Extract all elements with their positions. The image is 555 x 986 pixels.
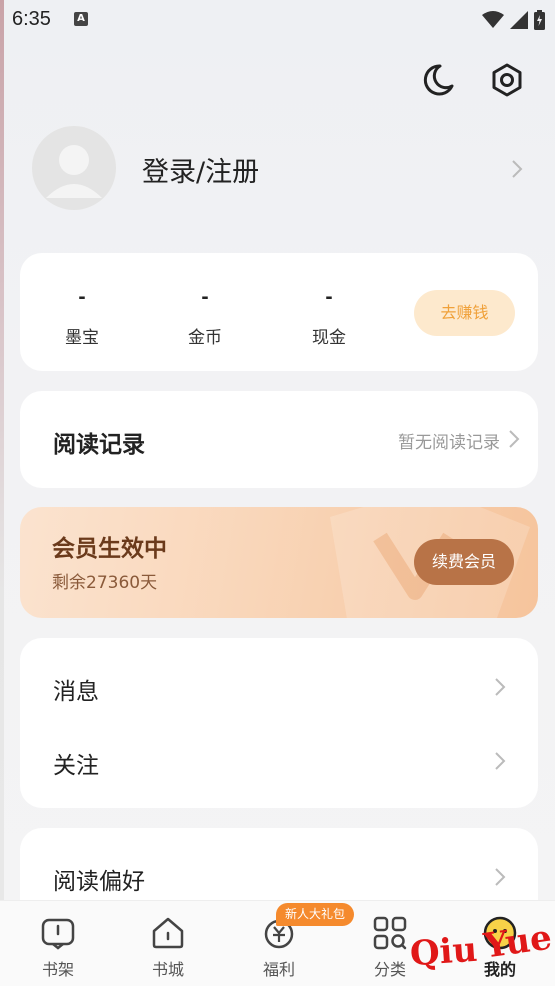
battery-icon — [534, 10, 545, 30]
moon-icon — [423, 64, 454, 96]
stat-value: - — [78, 287, 86, 308]
chevron-right-icon — [495, 868, 506, 886]
signal-icon — [510, 11, 528, 29]
default-avatar-icon — [32, 126, 116, 210]
stat-label: 墨宝 — [65, 328, 99, 348]
background-edge — [0, 0, 4, 986]
wifi-icon — [482, 11, 504, 28]
stat-coins[interactable]: - 金币 — [160, 287, 250, 348]
status-icons — [482, 10, 545, 30]
login-register-link[interactable]: 登录/注册 — [142, 150, 259, 189]
renew-vip-button[interactable]: 续费会员 — [414, 539, 514, 585]
menu-item-label: 关注 — [53, 753, 99, 779]
wallet-card: - 墨宝 - 金币 - 现金 去赚钱 — [20, 253, 538, 371]
tab-label: 福利 — [262, 960, 295, 979]
tab-label: 书城 — [151, 960, 184, 979]
menu-item-following[interactable]: 关注 — [20, 730, 538, 790]
stat-mobao[interactable]: - 墨宝 — [37, 287, 127, 348]
status-bar: 6:35 A — [0, 0, 555, 40]
bookshelf-icon — [41, 918, 75, 950]
reading-history-row[interactable]: 阅读记录 暂无阅读记录 — [20, 391, 538, 488]
tab-label: 书架 — [41, 960, 74, 979]
stat-cash[interactable]: - 现金 — [284, 287, 374, 348]
stat-value: - — [201, 287, 209, 308]
menu-card: 消息 关注 — [20, 638, 538, 808]
chevron-right-icon — [495, 678, 506, 696]
menu-item-label: 阅读偏好 — [53, 869, 145, 895]
gear-icon — [492, 63, 522, 97]
watermark: Qiu Yue — [408, 917, 554, 980]
reading-history-status: 暂无阅读记录 — [398, 433, 500, 453]
earn-money-button[interactable]: 去赚钱 — [414, 290, 515, 336]
vip-status-title: 会员生效中 — [52, 536, 167, 562]
chevron-right-icon — [509, 430, 520, 448]
status-time: 6:35 — [12, 8, 51, 30]
reading-history-title: 阅读记录 — [53, 432, 145, 458]
chevron-right-icon — [495, 752, 506, 770]
menu-item-label: 消息 — [53, 679, 99, 705]
stat-value: - — [325, 287, 333, 308]
category-icon — [373, 916, 407, 950]
tab-bookshelf[interactable]: 书架 — [13, 901, 103, 986]
stat-label: 金币 — [188, 328, 222, 348]
stat-label: 现金 — [312, 328, 346, 348]
menu-item-reading-preferences[interactable]: 阅读偏好 — [20, 846, 538, 906]
tab-bookstore[interactable]: 书城 — [123, 901, 213, 986]
night-mode-button[interactable] — [418, 60, 458, 100]
bookstore-icon — [152, 917, 184, 949]
a-icon: A — [74, 12, 88, 26]
vip-remaining-days: 剩余27360天 — [52, 573, 158, 593]
settings-button[interactable] — [487, 60, 527, 100]
watermark-word: Qiu — [408, 929, 479, 975]
chevron-right-icon — [512, 160, 523, 178]
newcomer-gift-badge: 新人大礼包 — [276, 903, 354, 926]
avatar[interactable] — [32, 126, 116, 210]
menu-item-messages[interactable]: 消息 — [20, 656, 538, 716]
profile-row[interactable]: 登录/注册 — [32, 126, 532, 212]
vip-card[interactable]: 会员生效中 剩余27360天 续费会员 — [20, 507, 538, 618]
watermark-word: Yue — [481, 917, 555, 967]
